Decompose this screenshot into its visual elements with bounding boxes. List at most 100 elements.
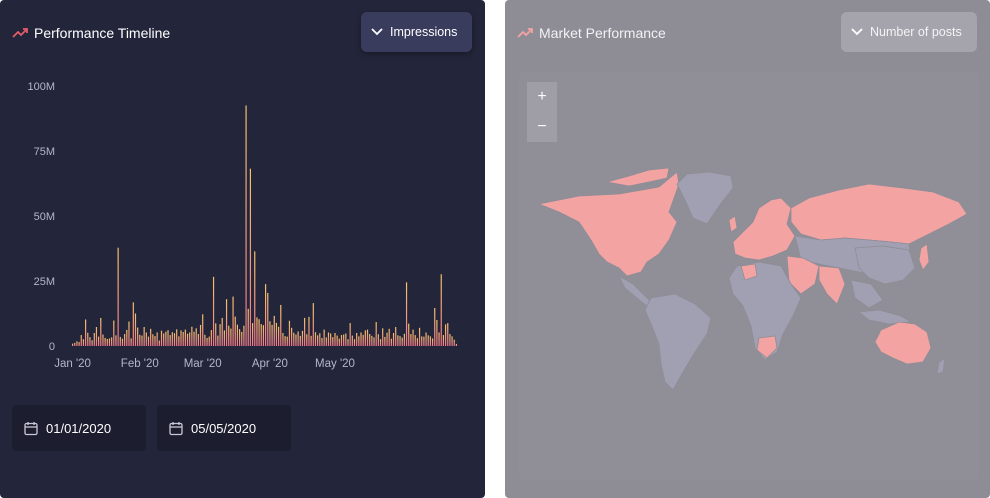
chart-bar[interactable] bbox=[199, 324, 202, 346]
chart-bar[interactable] bbox=[284, 336, 286, 346]
metric-dropdown[interactable]: Impressions bbox=[361, 12, 472, 52]
chart-bar[interactable] bbox=[275, 322, 278, 346]
chart-bar[interactable] bbox=[74, 342, 76, 346]
chart-bar[interactable] bbox=[401, 337, 403, 346]
chart-bar[interactable] bbox=[386, 332, 388, 346]
chart-bar[interactable] bbox=[353, 339, 356, 346]
start-date-picker[interactable]: 01/01/2020 bbox=[12, 405, 146, 451]
chart-bar[interactable] bbox=[221, 317, 223, 346]
chart-bar[interactable] bbox=[102, 334, 104, 346]
chart-bar[interactable] bbox=[434, 308, 436, 346]
chart-bar[interactable] bbox=[349, 323, 351, 346]
chart-bar[interactable] bbox=[366, 329, 369, 346]
chart-bar[interactable] bbox=[191, 326, 193, 346]
chart-bar[interactable] bbox=[447, 323, 449, 346]
chart-bar[interactable] bbox=[451, 336, 453, 346]
chart-bar[interactable] bbox=[186, 333, 189, 346]
chart-bar[interactable] bbox=[319, 333, 321, 346]
chart-bar[interactable] bbox=[150, 328, 152, 346]
chart-bar[interactable] bbox=[206, 337, 208, 346]
chart-bar[interactable] bbox=[379, 339, 382, 346]
chart-bar[interactable] bbox=[414, 335, 416, 346]
chart-bar[interactable] bbox=[347, 339, 349, 346]
chart-bar[interactable] bbox=[130, 338, 132, 346]
chart-bar[interactable] bbox=[241, 331, 243, 346]
chart-bar[interactable] bbox=[373, 337, 375, 346]
chart-bar[interactable] bbox=[223, 330, 225, 346]
chart-bar[interactable] bbox=[280, 304, 282, 346]
chart-bar[interactable] bbox=[301, 330, 304, 346]
chart-bar[interactable] bbox=[93, 333, 95, 346]
chart-bar[interactable] bbox=[453, 339, 455, 346]
chart-bar[interactable] bbox=[297, 331, 299, 346]
chart-bar[interactable] bbox=[312, 303, 314, 346]
chart-bar[interactable] bbox=[145, 332, 147, 346]
chart-bar[interactable] bbox=[195, 328, 197, 346]
chart-bar[interactable] bbox=[89, 337, 91, 346]
chart-bar[interactable] bbox=[108, 338, 111, 346]
chart-bar[interactable] bbox=[325, 337, 327, 346]
chart-bar[interactable] bbox=[91, 340, 93, 346]
chart-bar[interactable] bbox=[338, 338, 340, 346]
chart-bar[interactable] bbox=[371, 335, 373, 346]
chart-bar[interactable] bbox=[262, 325, 265, 346]
chart-bar[interactable] bbox=[317, 335, 319, 346]
chart-bar[interactable] bbox=[189, 332, 191, 346]
chart-bar[interactable] bbox=[176, 329, 178, 346]
chart-bar[interactable] bbox=[340, 335, 343, 346]
chart-bar[interactable] bbox=[173, 333, 176, 346]
chart-bar[interactable] bbox=[100, 317, 102, 346]
chart-bar[interactable] bbox=[345, 333, 347, 346]
chart-bar[interactable] bbox=[204, 334, 206, 346]
chart-bar[interactable] bbox=[438, 332, 440, 346]
chart-bar[interactable] bbox=[225, 299, 228, 346]
chart-bar[interactable] bbox=[410, 334, 412, 346]
chart-bar[interactable] bbox=[390, 338, 392, 346]
chart-bar[interactable] bbox=[72, 343, 74, 346]
chart-bar[interactable] bbox=[336, 335, 338, 346]
chart-bar[interactable] bbox=[323, 329, 325, 346]
chart-bar[interactable] bbox=[436, 320, 438, 346]
chart-bar[interactable] bbox=[137, 327, 139, 346]
end-date-picker[interactable]: 05/05/2020 bbox=[157, 405, 291, 451]
chart-bar[interactable] bbox=[375, 322, 377, 346]
chart-bar[interactable] bbox=[256, 317, 258, 346]
chart-bar[interactable] bbox=[377, 334, 379, 346]
chart-bar[interactable] bbox=[416, 338, 418, 346]
chart-bar[interactable] bbox=[269, 321, 271, 346]
chart-bar[interactable] bbox=[152, 334, 154, 346]
chart-bar[interactable] bbox=[395, 327, 397, 346]
chart-bar[interactable] bbox=[124, 334, 126, 346]
chart-bar[interactable] bbox=[215, 323, 217, 346]
chart-bar[interactable] bbox=[197, 334, 199, 346]
chart-bar[interactable] bbox=[425, 332, 427, 346]
chart-bar[interactable] bbox=[238, 329, 241, 346]
chart-bar[interactable] bbox=[358, 336, 360, 346]
chart-bar[interactable] bbox=[82, 339, 85, 346]
chart-bar[interactable] bbox=[245, 105, 247, 347]
chart-bar[interactable] bbox=[193, 331, 195, 346]
chart-bar[interactable] bbox=[163, 333, 165, 346]
chart-bar[interactable] bbox=[444, 324, 447, 346]
chart-bar[interactable] bbox=[293, 332, 295, 346]
chart-bar[interactable] bbox=[286, 336, 288, 346]
chart-bar[interactable] bbox=[117, 247, 119, 346]
chart-bar[interactable] bbox=[271, 324, 273, 346]
chart-bar[interactable] bbox=[167, 330, 169, 346]
chart-bar[interactable] bbox=[80, 335, 82, 346]
chart-bar[interactable] bbox=[210, 330, 212, 346]
chart-bar[interactable] bbox=[388, 328, 390, 346]
chart-bar[interactable] bbox=[104, 337, 106, 346]
chart-bar[interactable] bbox=[98, 336, 100, 346]
chart-bar[interactable] bbox=[291, 327, 293, 346]
chart-bar[interactable] bbox=[282, 333, 284, 346]
chart-bar[interactable] bbox=[403, 333, 405, 346]
chart-bar[interactable] bbox=[364, 330, 366, 346]
chart-bar[interactable] bbox=[392, 333, 395, 346]
chart-bar[interactable] bbox=[265, 284, 267, 346]
chart-bar[interactable] bbox=[449, 334, 451, 346]
chart-bar[interactable] bbox=[115, 335, 117, 346]
world-map[interactable]: + − bbox=[519, 72, 979, 480]
chart-bar[interactable] bbox=[202, 314, 204, 346]
chart-bar[interactable] bbox=[232, 296, 234, 346]
